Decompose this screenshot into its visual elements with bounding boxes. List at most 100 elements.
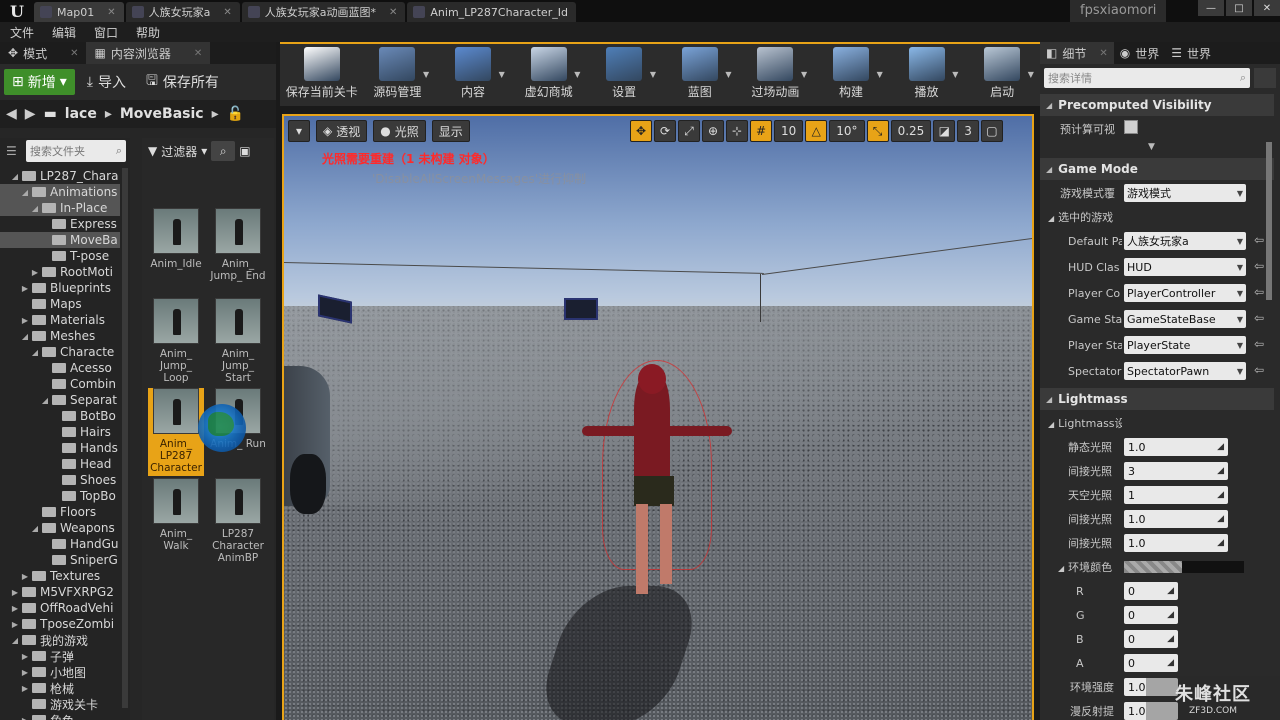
folder-tree-item[interactable]: MoveBa: [0, 232, 120, 248]
numeric-field[interactable]: 3 ◢: [1124, 462, 1228, 480]
expand-advanced-icon[interactable]: ▼: [1148, 142, 1155, 152]
rotate-snap-value[interactable]: 10°: [829, 120, 865, 142]
menu-edit[interactable]: 编辑: [52, 24, 76, 41]
close-tab-icon[interactable]: ✕: [70, 48, 78, 59]
collapsed-arrow-icon[interactable]: ▶: [20, 668, 30, 677]
collapsed-arrow-icon[interactable]: ▶: [20, 684, 30, 693]
asset-tile[interactable]: Anim_ LP287 Character: [148, 388, 204, 476]
chevron-right-icon[interactable]: ▸: [212, 106, 219, 122]
breadcrumb-item[interactable]: MoveBasic: [120, 106, 204, 122]
folder-tree-item[interactable]: ◢ Characte: [0, 344, 120, 360]
numeric-field[interactable]: 1 ◢: [1124, 486, 1228, 504]
folder-tree-item[interactable]: Hands: [0, 440, 120, 456]
expanded-arrow-icon[interactable]: ◢: [20, 188, 30, 197]
folder-tree-item[interactable]: ◢ Animations: [0, 184, 120, 200]
section-game-mode[interactable]: ◢ Game Mode: [1040, 158, 1274, 180]
tab-world-outliner[interactable]: ☰ 世界: [1165, 42, 1217, 64]
show-button[interactable]: 显示: [431, 120, 470, 142]
expanded-arrow-icon[interactable]: ◢: [10, 172, 20, 181]
folder-tree-item[interactable]: ▶ OffRoadVehi: [0, 600, 120, 616]
class-dropdown[interactable]: HUD ▼: [1124, 258, 1246, 276]
folder-tree-item[interactable]: ▶ Textures: [0, 568, 120, 584]
filter-label[interactable]: 过滤器: [161, 143, 197, 160]
details-scrollbar[interactable]: [1266, 142, 1272, 300]
folder-search-input[interactable]: 搜索文件夹 ⌕: [26, 140, 126, 162]
perspective-button[interactable]: ◈ 透视: [316, 120, 368, 142]
grid-snap-value[interactable]: 10: [774, 120, 804, 142]
filter-icon[interactable]: ▼: [148, 144, 157, 158]
folder-tree-item[interactable]: BotBo: [0, 408, 120, 424]
channel-field[interactable]: 0 ◢: [1124, 606, 1178, 624]
sources-toggle-icon[interactable]: ☰: [6, 144, 17, 158]
window-tab-anim-sequence[interactable]: Anim_LP287Character_Id: [407, 2, 576, 22]
folder-tree-item[interactable]: HandGu: [0, 536, 120, 552]
collapsed-arrow-icon[interactable]: ▶: [20, 284, 30, 293]
window-tab-map01[interactable]: Map01 ✕: [34, 2, 124, 22]
folder-tree-item[interactable]: Floors: [0, 504, 120, 520]
folder-tree-item[interactable]: Shoes: [0, 472, 120, 488]
chevron-down-icon[interactable]: ▼: [877, 70, 883, 79]
collapsed-arrow-icon[interactable]: ▶: [20, 716, 30, 720]
class-dropdown[interactable]: PlayerController ▼: [1124, 284, 1246, 302]
tree-scrollbar[interactable]: [122, 168, 128, 708]
folder-tree-item[interactable]: ▶ 枪械: [0, 680, 120, 696]
folder-tree-item[interactable]: ◢ Separat: [0, 392, 120, 408]
tab-content-browser[interactable]: ▦ 内容浏览器 ✕: [86, 42, 211, 64]
asset-tile[interactable]: LP287 Character AnimBP: [210, 478, 266, 564]
folder-tree-item[interactable]: Head: [0, 456, 120, 472]
folder-tree-item[interactable]: ▶ Materials: [0, 312, 120, 328]
asset-tile[interactable]: Anim_ Jump_ Loop: [148, 298, 204, 384]
translate-tool-icon[interactable]: ✥: [630, 120, 652, 142]
section-precomputed-visibility[interactable]: ◢ Precomputed Visibility: [1040, 94, 1274, 116]
rotate-snap-icon[interactable]: △: [805, 120, 828, 142]
collapsed-arrow-icon[interactable]: ▶: [20, 572, 30, 581]
expanded-arrow-icon[interactable]: ◢: [20, 332, 30, 341]
section-lightmass[interactable]: ◢ Lightmass: [1040, 388, 1274, 410]
lit-mode-button[interactable]: ● 光照: [373, 120, 426, 142]
toolbar-button-source-control[interactable]: 源码管理 ▼: [360, 44, 436, 104]
folder-tree-item[interactable]: Express: [0, 216, 120, 232]
window-tab-player[interactable]: 人族女玩家a ✕: [125, 2, 240, 22]
grid-snap-icon[interactable]: #: [750, 120, 772, 142]
scale-snap-icon[interactable]: ⤡: [866, 120, 889, 142]
maximize-viewport-icon[interactable]: ▢: [980, 120, 1003, 142]
toolbar-button-build[interactable]: 构建 ▼: [813, 44, 889, 104]
chevron-down-icon[interactable]: ▼: [499, 70, 505, 79]
precomputed-visibility-checkbox[interactable]: [1124, 120, 1138, 134]
minimize-icon[interactable]: —: [1198, 0, 1224, 16]
toolbar-button-settings[interactable]: 设置 ▼: [586, 44, 662, 104]
maximize-icon[interactable]: □: [1226, 0, 1252, 16]
folder-tree-item[interactable]: ▶ M5VFXRPG2: [0, 584, 120, 600]
expanded-arrow-icon[interactable]: ◢: [30, 348, 40, 357]
channel-field[interactable]: 0 ◢: [1124, 654, 1178, 672]
folder-tree-item[interactable]: SniperG: [0, 552, 120, 568]
folder-tree-item[interactable]: ▶ 子弹: [0, 648, 120, 664]
folder-tree-item[interactable]: Hairs: [0, 424, 120, 440]
viewport-options-button[interactable]: ▾: [288, 120, 310, 142]
chevron-down-icon[interactable]: ▼: [574, 70, 580, 79]
folder-tree-item[interactable]: T-pose: [0, 248, 120, 264]
search-icon[interactable]: ⌕: [211, 141, 236, 161]
asset-tile[interactable]: Anim_ Jump_ End: [210, 208, 266, 282]
camera-speed-value[interactable]: 3: [957, 120, 979, 142]
collapsed-arrow-icon[interactable]: ▶: [10, 588, 20, 597]
browse-arrow-icon[interactable]: ⇦: [1254, 337, 1264, 351]
scale-tool-icon[interactable]: ⤢: [678, 120, 700, 142]
expanded-arrow-icon[interactable]: ◢: [10, 636, 20, 645]
expanded-arrow-icon[interactable]: ◢: [30, 204, 40, 213]
class-dropdown[interactable]: PlayerState ▼: [1124, 336, 1246, 354]
close-window-icon[interactable]: ✕: [1254, 0, 1280, 16]
asset-tile[interactable]: Anim_ Walk: [148, 478, 204, 552]
scale-snap-value[interactable]: 0.25: [890, 120, 932, 142]
chevron-down-icon[interactable]: ▼: [1028, 70, 1034, 79]
close-tab-icon[interactable]: ✕: [215, 7, 231, 18]
tab-details[interactable]: ◧ 细节 ✕: [1040, 42, 1114, 64]
chevron-down-icon[interactable]: ▼: [725, 70, 731, 79]
browse-arrow-icon[interactable]: ⇦: [1254, 311, 1264, 325]
chevron-right-icon[interactable]: ▸: [105, 106, 112, 122]
expanded-arrow-icon[interactable]: ◢: [40, 396, 50, 405]
property-matrix-icon[interactable]: [1254, 68, 1276, 88]
toolbar-button-content[interactable]: 内容 ▼: [435, 44, 511, 104]
save-search-icon[interactable]: ▣: [239, 144, 250, 158]
numeric-field[interactable]: 1.0 ◢: [1124, 438, 1228, 456]
